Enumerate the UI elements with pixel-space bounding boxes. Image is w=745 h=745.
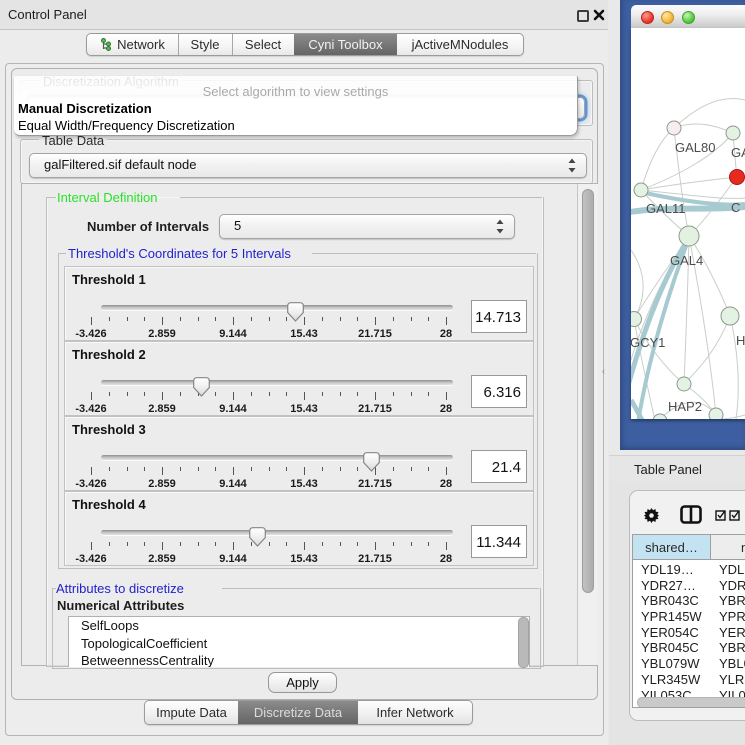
svg-text:GAL11: GAL11: [646, 201, 686, 216]
svg-text:GCY1: GCY1: [631, 335, 665, 350]
svg-text:GAL80: GAL80: [675, 140, 715, 155]
svg-text:H: H: [736, 333, 745, 348]
svg-text:C: C: [731, 200, 740, 215]
svg-text:GA: GA: [731, 145, 745, 160]
svg-text:HAP2: HAP2: [668, 399, 702, 414]
svg-text:GAL4: GAL4: [670, 253, 703, 268]
